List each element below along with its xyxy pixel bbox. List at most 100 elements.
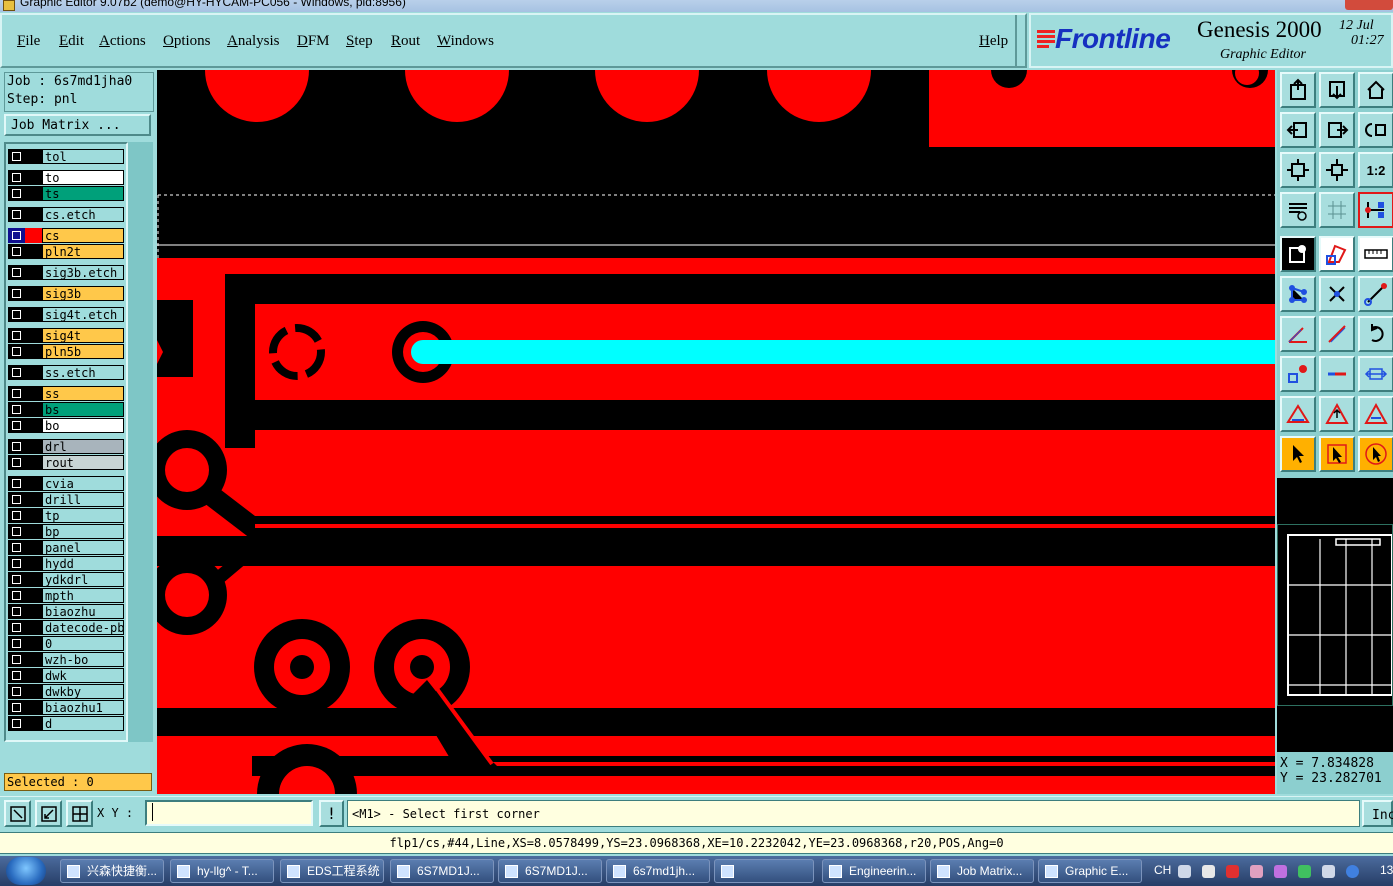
layer-visibility-checkbox[interactable] [8,700,25,715]
connect-points-icon[interactable] [1280,276,1316,312]
layer-row-ss.etch[interactable]: ss.etch [8,365,126,380]
layer-color-swatch[interactable] [25,556,42,571]
layer-row-biaozhu1[interactable]: biaozhu1 [8,700,126,715]
layer-visibility-checkbox[interactable] [8,492,25,507]
layer-row-mpth[interactable]: mpth [8,588,126,603]
layer-color-swatch[interactable] [25,636,42,651]
layer-color-swatch[interactable] [25,365,42,380]
layer-name[interactable]: bp [42,524,124,539]
layer-row-rout[interactable]: rout [8,455,126,470]
layer-row-0[interactable]: 0 [8,636,126,651]
layer-color-swatch[interactable] [25,265,42,280]
home-icon[interactable] [1358,72,1393,108]
layer-name[interactable]: cvia [42,476,124,491]
triangle-move-icon[interactable] [1358,396,1393,432]
layer-name[interactable]: cs [42,228,124,243]
select-all-icon[interactable] [1280,236,1316,272]
ratio-1to2-icon[interactable]: 1:2 [1358,152,1393,188]
layer-name[interactable]: ss [42,386,124,401]
line-endpoint-icon[interactable] [1358,276,1393,312]
menu-actions[interactable]: Actions [99,33,146,50]
layer-row-d[interactable]: d [8,716,126,731]
layer-visibility-checkbox[interactable] [8,244,25,259]
volume-icon[interactable] [1202,865,1215,878]
menu-options[interactable]: Options [163,33,211,50]
layer-name[interactable]: tol [42,149,124,164]
layer-row-wzh-bo[interactable]: wzh-bo [8,652,126,667]
taskbar-item-5[interactable]: 6s7md1jh... [606,859,710,883]
input-language[interactable]: CH [1154,863,1171,877]
app-g-icon[interactable] [1226,865,1239,878]
taskbar-item-4[interactable]: 6S7MD1J... [498,859,602,883]
pan-left-icon[interactable] [1280,112,1316,148]
layer-visibility-checkbox[interactable] [8,228,25,243]
undo-zoom-icon[interactable] [1358,112,1393,148]
grid-icon[interactable] [1319,192,1355,228]
layer-row-cvia[interactable]: cvia [8,476,126,491]
layer-visibility-checkbox[interactable] [8,149,25,164]
layer-name[interactable]: biaozhu1 [42,700,124,715]
layer-name[interactable]: ydkdrl [42,572,124,587]
zoom-down-icon[interactable] [1319,72,1355,108]
layer-visibility-checkbox[interactable] [8,716,25,731]
xy-input[interactable] [145,800,313,826]
layer-list-scroll-strip[interactable] [128,142,153,742]
fit-all-icon[interactable] [1280,152,1316,188]
layer-row-tol[interactable]: tol [8,149,126,164]
layer-visibility-checkbox[interactable] [8,207,25,222]
layer-name[interactable]: biaozhu [42,604,124,619]
layer-name[interactable]: drl [42,439,124,454]
ruler-icon[interactable] [1358,236,1393,272]
draw-angle-icon[interactable] [1280,316,1316,352]
layer-name[interactable]: cs.etch [42,207,124,222]
layer-row-sig3b[interactable]: sig3b [8,286,126,301]
layer-row-biaozhu[interactable]: biaozhu [8,604,126,619]
menu-analysis[interactable]: Analysis [227,33,280,50]
layer-row-tp[interactable]: tp [8,508,126,523]
layer-color-swatch[interactable] [25,572,42,587]
layer-visibility-checkbox[interactable] [8,588,25,603]
layer-visibility-checkbox[interactable] [8,186,25,201]
layer-visibility-checkbox[interactable] [8,620,25,635]
graphic-canvas[interactable] [157,70,1275,794]
zoom-diagonal-icon[interactable] [35,800,62,827]
network-icon[interactable] [1322,865,1335,878]
layer-color-swatch[interactable] [25,286,42,301]
layer-name[interactable]: 0 [42,636,124,651]
triangle-select-icon[interactable] [1280,396,1316,432]
layer-color-swatch[interactable] [25,588,42,603]
zoom-home-icon[interactable] [1280,72,1316,108]
layer-name[interactable]: wzh-bo [42,652,124,667]
draw-line-icon[interactable] [1319,316,1355,352]
layer-row-bp[interactable]: bp [8,524,126,539]
layer-color-swatch[interactable] [25,684,42,699]
layer-name[interactable]: ts [42,186,124,201]
layer-visibility-checkbox[interactable] [8,540,25,555]
job-matrix-button[interactable]: Job Matrix ... [4,114,151,136]
taskbar-item-0[interactable]: 兴森快捷衡... [60,859,164,883]
app-x-icon[interactable] [1274,865,1287,878]
layer-color-swatch[interactable] [25,170,42,185]
layer-visibility-checkbox[interactable] [8,636,25,651]
layer-name[interactable]: dwkby [42,684,124,699]
layer-color-swatch[interactable] [25,186,42,201]
menu-help[interactable]: Help [979,33,1008,50]
menu-edit[interactable]: Edit [59,33,84,50]
layer-name[interactable]: drill [42,492,124,507]
layer-row-ts[interactable]: ts [8,186,126,201]
layer-row-bo[interactable]: bo [8,418,126,433]
layer-name[interactable]: panel [42,540,124,555]
layer-visibility-checkbox[interactable] [8,604,25,619]
layer-visibility-checkbox[interactable] [8,344,25,359]
layer-row-bs[interactable]: bs [8,402,126,417]
menu-dfm[interactable]: DFM [297,33,330,50]
pointer-box-icon[interactable] [1319,436,1355,472]
taskbar-item-3[interactable]: 6S7MD1J... [390,859,494,883]
layer-visibility-checkbox[interactable] [8,328,25,343]
layer-name[interactable]: bo [42,418,124,433]
layer-color-swatch[interactable] [25,652,42,667]
layer-row-sig4t[interactable]: sig4t [8,328,126,343]
layer-color-swatch[interactable] [25,716,42,731]
app-leaf-icon[interactable] [1298,865,1311,878]
layer-row-hydd[interactable]: hydd [8,556,126,571]
